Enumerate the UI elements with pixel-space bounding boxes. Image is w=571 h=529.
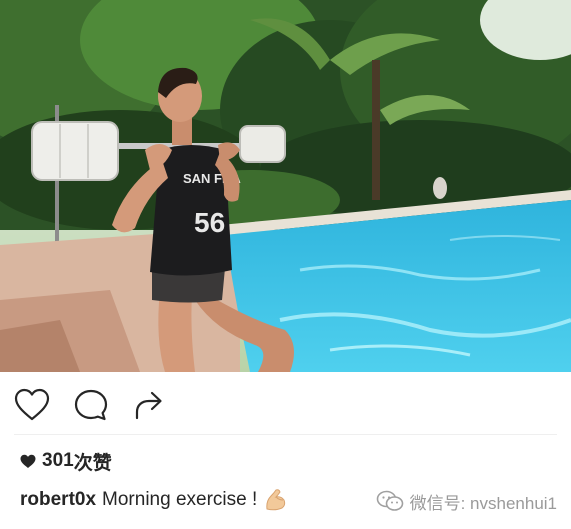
- wechat-logo-icon: [376, 490, 403, 511]
- flexed-biceps-emoji: [263, 487, 289, 513]
- photo-illustration: SAN FRA 56: [0, 0, 571, 372]
- likes-summary[interactable]: 301 次赞: [20, 448, 112, 474]
- likes-count: 301: [42, 450, 74, 471]
- share-arrow-icon[interactable]: [131, 388, 167, 422]
- caption-text: Morning exercise !: [102, 489, 258, 510]
- heart-filled-icon: [20, 454, 36, 468]
- post-action-bar: [0, 372, 571, 436]
- heart-outline-icon[interactable]: [14, 388, 50, 422]
- author-username[interactable]: robert0x: [20, 489, 96, 511]
- jersey-number: 56: [194, 207, 225, 238]
- post-photo[interactable]: SAN FRA 56: [0, 0, 571, 372]
- watermark-text: 微信号: nvshenhui1: [409, 493, 557, 513]
- likes-suffix: 次赞: [73, 452, 112, 474]
- post-caption: robert0x Morning exercise !: [20, 485, 289, 515]
- wechat-watermark: 微信号: nvshenhui1: [376, 488, 557, 514]
- comment-bubble-icon[interactable]: [73, 388, 109, 422]
- divider: [14, 434, 557, 435]
